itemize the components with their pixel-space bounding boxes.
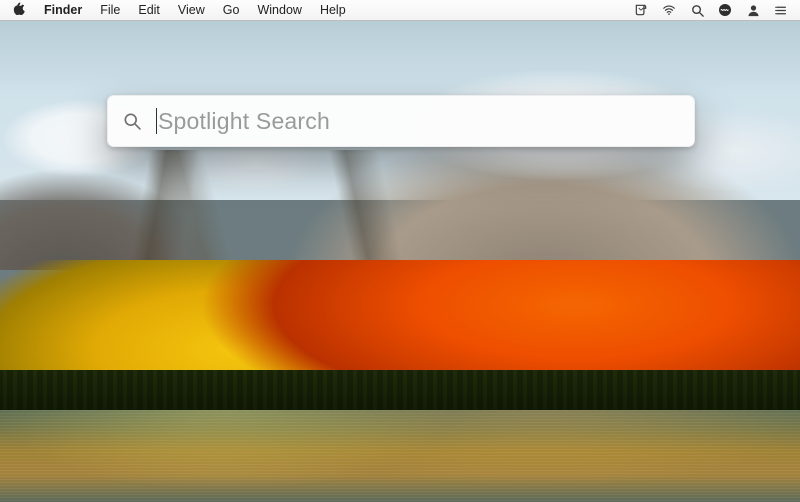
wifi-icon: [660, 3, 678, 17]
notification-center-icon: [773, 4, 789, 17]
menu-go[interactable]: Go: [214, 0, 249, 20]
menu-view[interactable]: View: [169, 0, 214, 20]
status-siri[interactable]: [714, 0, 736, 20]
menu-file[interactable]: File: [91, 0, 129, 20]
script-menu-icon: [633, 3, 649, 17]
menu-bar: Finder File Edit View Go Window Help: [0, 0, 800, 21]
menu-bar-left: Finder File Edit View Go Window Help: [0, 0, 355, 20]
menu-bar-right: [630, 0, 800, 20]
spotlight-icon: [690, 3, 705, 18]
status-notification-center[interactable]: [770, 0, 792, 20]
menu-help[interactable]: Help: [311, 0, 355, 20]
user-icon: [746, 3, 761, 18]
apple-logo-icon: [12, 2, 25, 19]
desktop[interactable]: Finder File Edit View Go Window Help: [0, 0, 800, 502]
status-script-menu[interactable]: [630, 0, 652, 20]
status-user[interactable]: [742, 0, 764, 20]
text-cursor: [156, 108, 157, 134]
status-wifi[interactable]: [658, 0, 680, 20]
menu-window[interactable]: Window: [248, 0, 310, 20]
siri-icon: [717, 2, 733, 18]
spotlight-search-input[interactable]: [156, 107, 694, 136]
menu-edit[interactable]: Edit: [129, 0, 169, 20]
spotlight-panel[interactable]: [107, 95, 695, 147]
app-menu-finder[interactable]: Finder: [35, 0, 91, 20]
apple-menu[interactable]: [0, 2, 35, 19]
status-spotlight[interactable]: [686, 0, 708, 20]
spotlight-search-icon: [108, 111, 156, 131]
wallpaper-lake-ripple: [0, 410, 800, 502]
